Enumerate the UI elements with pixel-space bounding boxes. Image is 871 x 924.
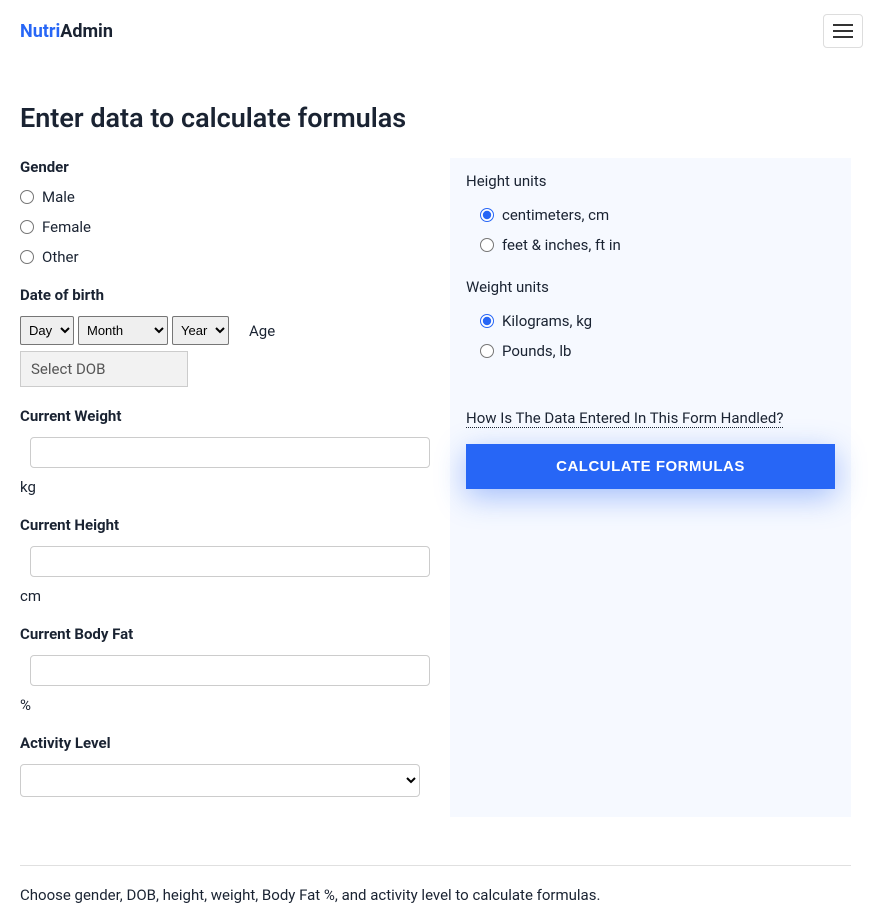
weight-units-label: Weight units — [466, 278, 835, 296]
height-unit-ftin-option[interactable]: feet & inches, ft in — [480, 236, 835, 254]
brand-part2: Admin — [60, 21, 113, 42]
activity-select[interactable] — [20, 764, 420, 797]
gender-option-female[interactable]: Female — [20, 218, 430, 236]
gender-radio-other[interactable] — [20, 250, 34, 264]
weight-label: Current Weight — [20, 407, 430, 425]
height-label: Current Height — [20, 516, 430, 534]
hamburger-icon — [833, 24, 853, 26]
weight-unit-kg-option[interactable]: Kilograms, kg — [480, 312, 835, 330]
gender-option-male[interactable]: Male — [20, 188, 430, 206]
height-unit: cm — [20, 587, 430, 605]
dob-display: Select DOB — [20, 351, 188, 387]
gender-option-other[interactable]: Other — [20, 248, 430, 266]
page-title: Enter data to calculate formulas — [20, 102, 851, 134]
height-units-label: Height units — [466, 172, 835, 190]
bodyfat-unit: % — [20, 696, 430, 714]
activity-label: Activity Level — [20, 734, 430, 752]
weight-unit-lb-radio[interactable] — [480, 344, 494, 358]
gender-label: Gender — [20, 158, 430, 176]
brand-part1: Nutri — [20, 21, 60, 42]
weight-unit-lb-option[interactable]: Pounds, lb — [480, 342, 835, 360]
dob-year-select[interactable]: Year — [172, 316, 229, 345]
height-input[interactable] — [30, 546, 430, 577]
age-label: Age — [249, 322, 275, 340]
data-handling-link[interactable]: How Is The Data Entered In This Form Han… — [466, 409, 783, 428]
dob-label: Date of birth — [20, 286, 430, 304]
gender-radio-female[interactable] — [20, 220, 34, 234]
weight-unit-kg-radio[interactable] — [480, 314, 494, 328]
height-unit-ftin-radio[interactable] — [480, 238, 494, 252]
dob-day-select[interactable]: Day — [20, 316, 74, 345]
bodyfat-input[interactable] — [30, 655, 430, 686]
weight-input[interactable] — [30, 437, 430, 468]
gender-radio-male[interactable] — [20, 190, 34, 204]
bodyfat-label: Current Body Fat — [20, 625, 430, 643]
dob-month-select[interactable]: Month — [78, 316, 168, 345]
height-unit-cm-option[interactable]: centimeters, cm — [480, 206, 835, 224]
weight-unit: kg — [20, 478, 430, 496]
brand-logo[interactable]: NutriAdmin — [20, 21, 113, 42]
divider — [20, 865, 851, 866]
menu-toggle-button[interactable] — [823, 14, 863, 48]
footer-note: Choose gender, DOB, height, weight, Body… — [20, 886, 851, 904]
height-unit-cm-radio[interactable] — [480, 208, 494, 222]
calculate-button[interactable]: CALCULATE FORMULAS — [466, 444, 835, 489]
